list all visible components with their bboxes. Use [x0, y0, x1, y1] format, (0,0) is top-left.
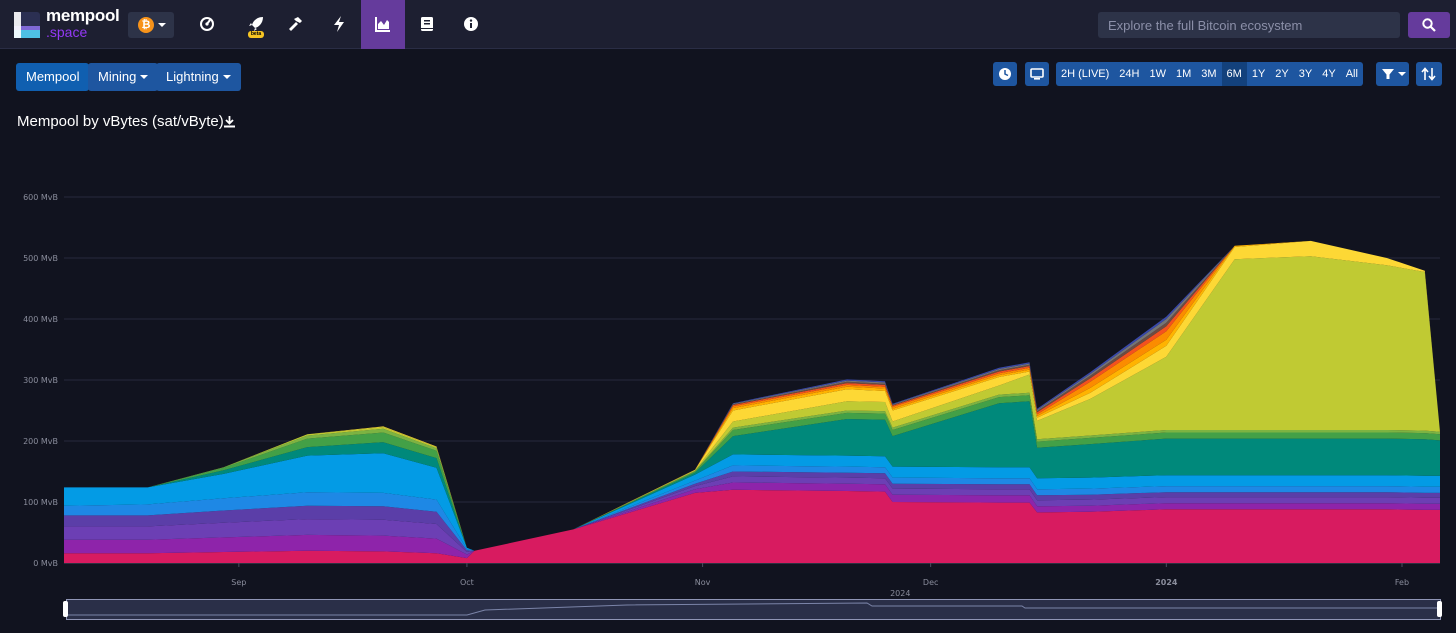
y-tick-label: 500 MvB	[23, 254, 58, 263]
y-tick-label: 100 MvB	[23, 498, 58, 507]
rocket-icon[interactable]	[234, 0, 278, 49]
logo-line2: .space	[46, 24, 88, 40]
y-tick-label: 200 MvB	[23, 437, 58, 446]
lightning-dropdown[interactable]: Lightning	[156, 63, 241, 91]
range-3y[interactable]: 3Y	[1294, 62, 1317, 86]
y-axis: 0 MvB 100 MvB 200 MvB 300 MvB 400 MvB 500 MvB…	[23, 193, 58, 568]
navigator-left-handle[interactable]	[63, 601, 68, 617]
y-tick-label: 300 MvB	[23, 376, 58, 385]
clock-icon	[999, 68, 1011, 80]
mining-dropdown-label: Mining	[98, 69, 137, 84]
fullscreen-button[interactable]	[1025, 62, 1049, 86]
sort-toggle-button[interactable]	[1416, 62, 1442, 86]
mempool-logo-icon[interactable]	[14, 12, 40, 38]
navigator-right-handle[interactable]	[1437, 601, 1442, 617]
chevron-down-icon	[1398, 72, 1406, 76]
range-6m[interactable]: 6M	[1221, 62, 1247, 86]
year-label: 2024	[890, 589, 910, 598]
chart-areas	[64, 240, 1440, 563]
range-2h[interactable]: 2H (LIVE)	[1056, 62, 1114, 86]
search-button[interactable]	[1408, 12, 1450, 38]
download-icon[interactable]	[223, 115, 236, 128]
mempool-button-label: Mempool	[26, 69, 80, 84]
chevron-down-icon	[158, 23, 166, 27]
navigator-preview	[67, 602, 1440, 616]
mining-dropdown[interactable]: Mining	[88, 63, 159, 91]
chevron-down-icon	[222, 75, 231, 79]
search-icon	[1422, 18, 1436, 32]
mempool-vbytes-chart: 0 MvB 100 MvB 200 MvB 300 MvB 400 MvB 500 MvB…	[23, 193, 1440, 598]
x-tick-label: Dec	[923, 578, 938, 587]
about-icon[interactable]	[449, 0, 493, 49]
range-1w[interactable]: 1W	[1144, 62, 1171, 86]
range-4y[interactable]: 4Y	[1317, 62, 1340, 86]
filter-dropdown[interactable]	[1376, 62, 1409, 86]
x-axis: Sep Oct Nov Dec 2024 Feb 2024	[231, 563, 1409, 598]
chevron-down-icon	[140, 75, 149, 79]
range-2y[interactable]: 2Y	[1270, 62, 1293, 86]
graphs-icon[interactable]	[361, 0, 405, 49]
top-navbar: mempool .space ₿ beta	[0, 0, 1456, 49]
filter-icon	[1382, 69, 1394, 79]
y-tick-label: 0 MvB	[33, 559, 58, 568]
x-tick-label: Feb	[1395, 578, 1409, 587]
logo-line1: mempool	[46, 6, 120, 25]
sort-arrows-icon	[1421, 67, 1436, 81]
lightning-icon[interactable]	[317, 0, 361, 49]
y-tick-label: 400 MvB	[23, 315, 58, 324]
monitor-icon	[1030, 68, 1044, 80]
search-input[interactable]	[1098, 12, 1400, 38]
zoom-navigator[interactable]	[66, 599, 1441, 620]
range-24h[interactable]: 24H	[1114, 62, 1144, 86]
chart-title: Mempool by vBytes (sat/vByte)	[17, 113, 224, 130]
range-1y[interactable]: 1Y	[1247, 62, 1270, 86]
x-tick-label: 2024	[1155, 578, 1178, 587]
x-tick-label: Nov	[695, 578, 711, 587]
x-tick-label: Sep	[231, 578, 246, 587]
x-tick-label: Oct	[460, 578, 474, 587]
logo-text[interactable]: mempool .space	[46, 6, 120, 40]
hammer-icon[interactable]	[273, 0, 317, 49]
y-tick-label: 600 MvB	[23, 193, 58, 202]
range-3m[interactable]: 3M	[1196, 62, 1221, 86]
beta-badge: beta	[248, 31, 264, 38]
dashboard-icon[interactable]	[185, 0, 229, 49]
range-all[interactable]: All	[1341, 62, 1363, 86]
mempool-button[interactable]: Mempool	[16, 63, 90, 91]
network-selector-button[interactable]: ₿	[128, 12, 174, 38]
bitcoin-icon: ₿	[138, 17, 154, 33]
lightning-dropdown-label: Lightning	[166, 69, 219, 84]
docs-icon[interactable]	[405, 0, 449, 49]
range-1m[interactable]: 1M	[1171, 62, 1196, 86]
clock-toggle-button[interactable]	[993, 62, 1017, 86]
time-range-selector: 2H (LIVE) 24H 1W 1M 3M 6M 1Y 2Y 3Y 4Y Al…	[1056, 62, 1363, 86]
